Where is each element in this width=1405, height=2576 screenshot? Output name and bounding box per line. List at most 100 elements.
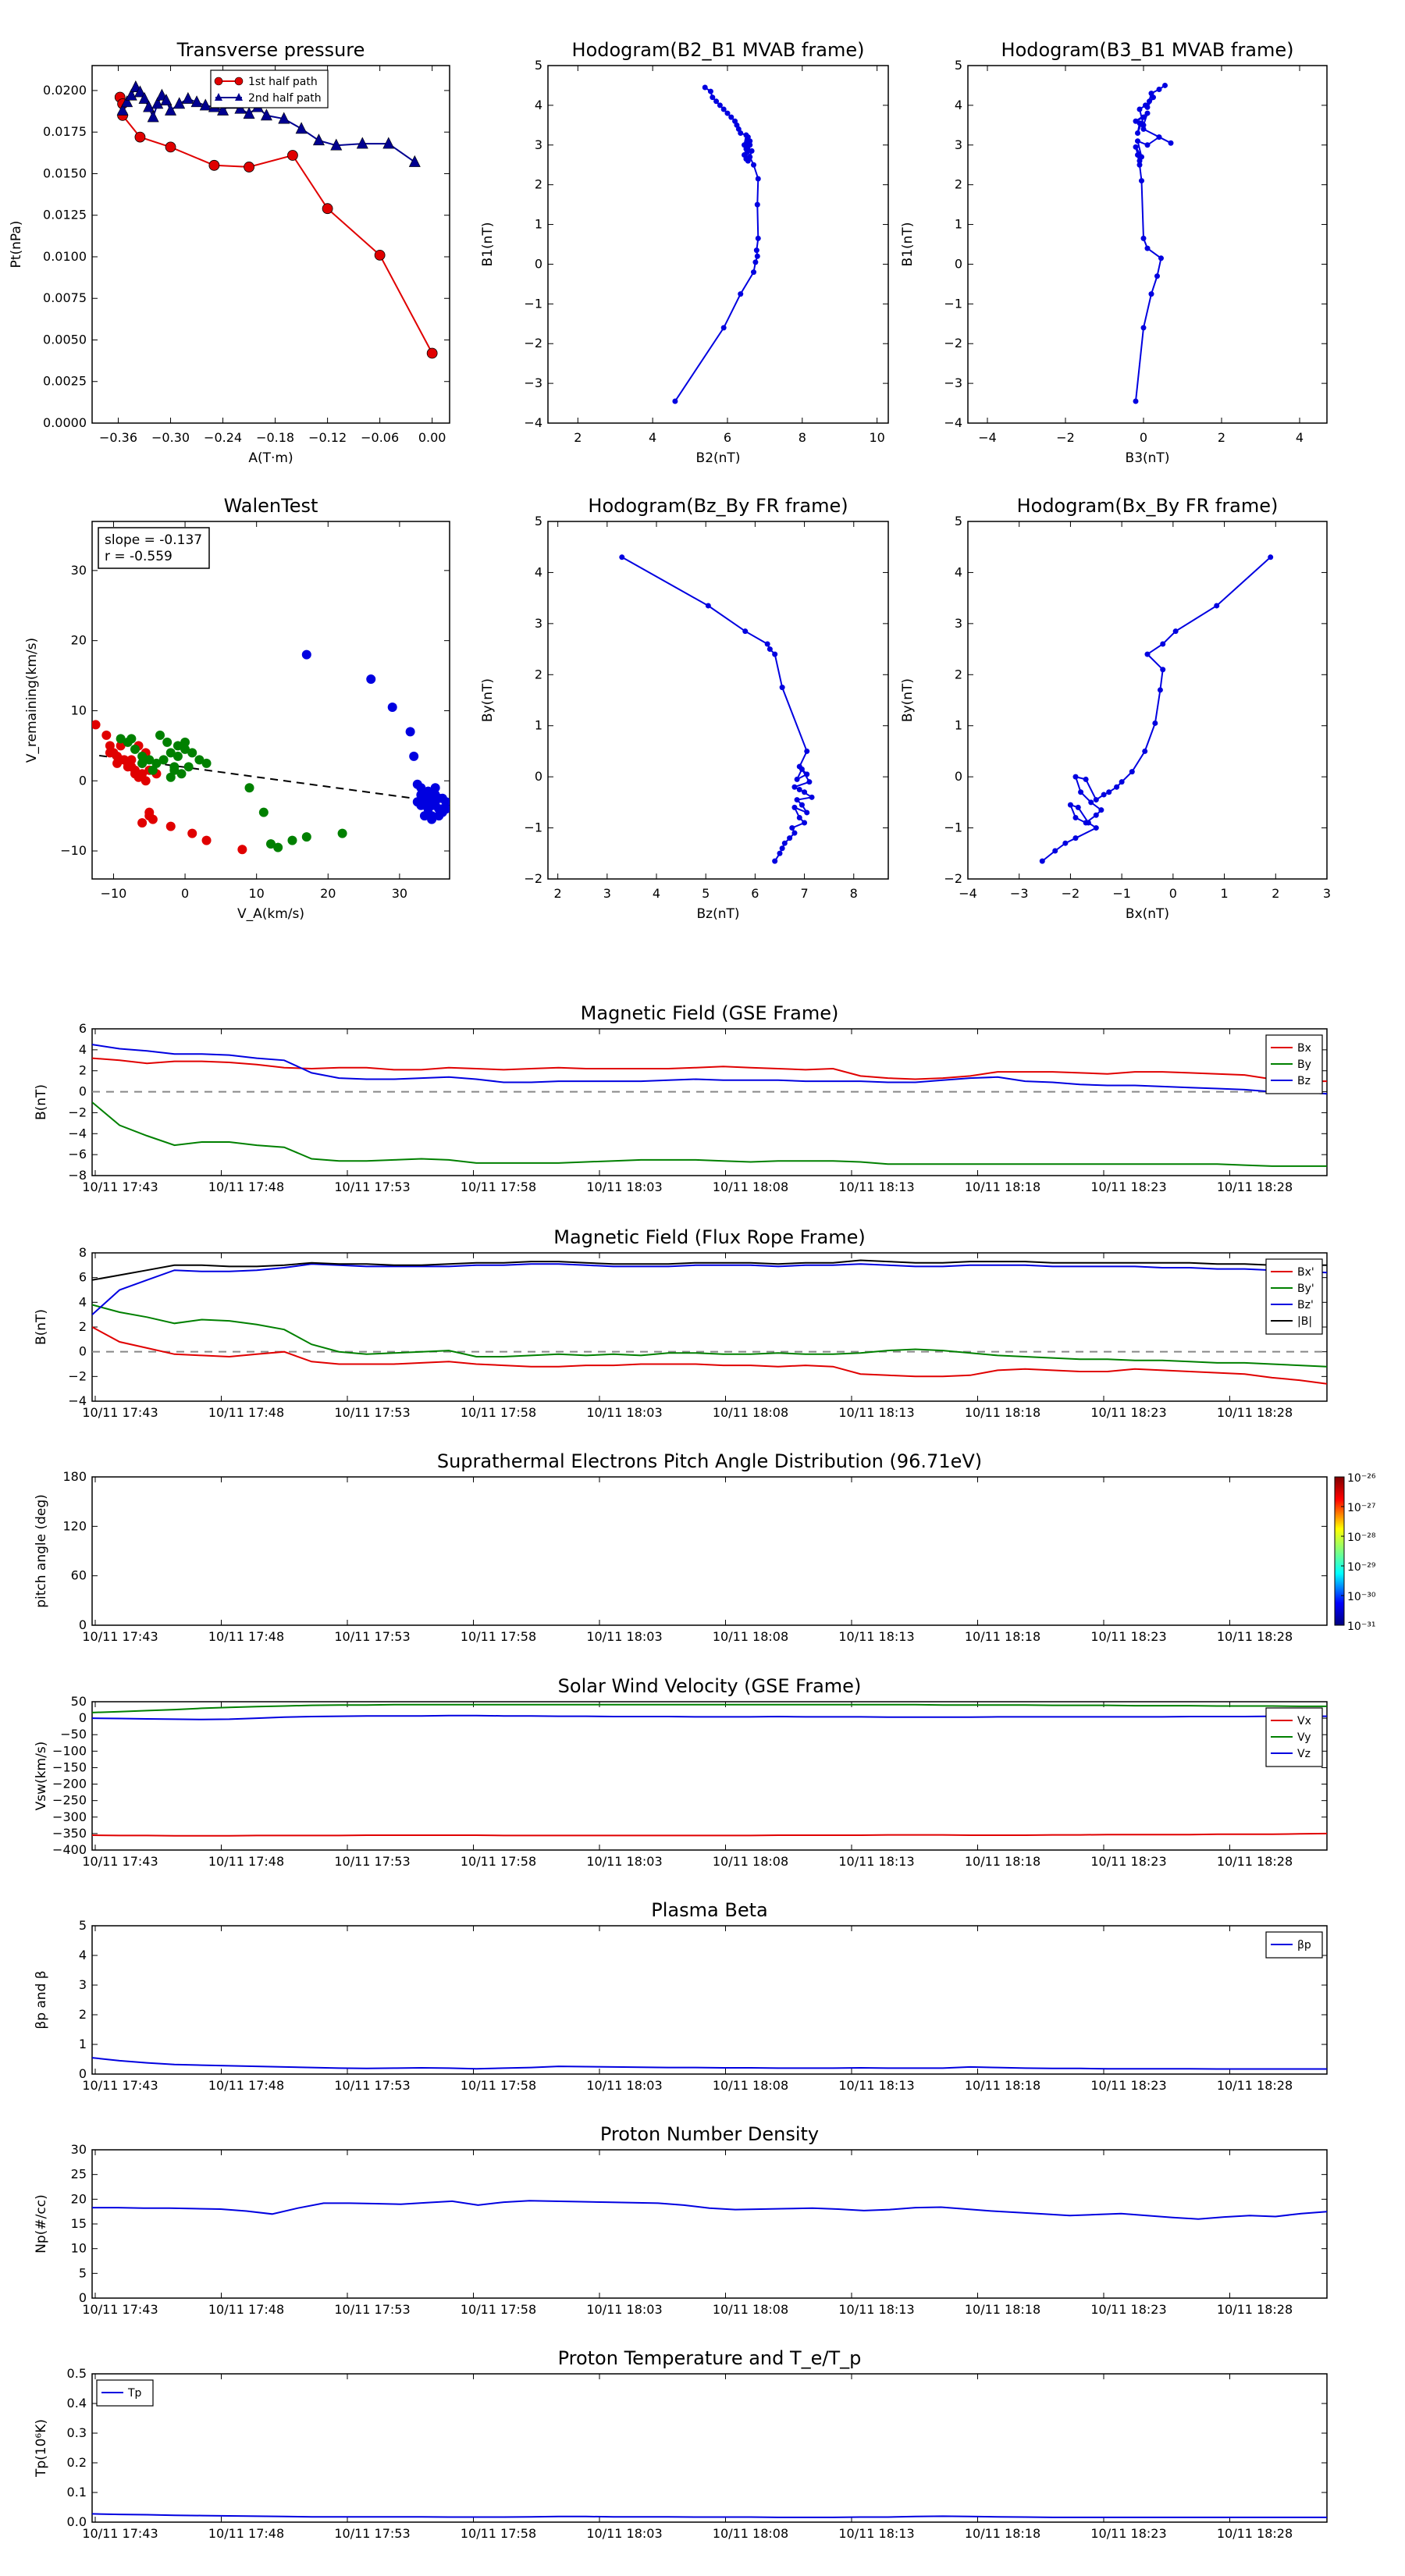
- data-point: [434, 811, 444, 821]
- y-tick-label: −1: [944, 820, 962, 835]
- data-point: [1139, 178, 1144, 184]
- y-tick-label: −3: [944, 375, 962, 390]
- data-point: [1214, 603, 1220, 609]
- data-point: [155, 730, 165, 740]
- time-tick-label: 10/11 18:08: [713, 2526, 788, 2541]
- y-tick-label: 6: [79, 1021, 87, 1036]
- data-point: [137, 818, 148, 828]
- y-tick-label: 5: [79, 2265, 87, 2280]
- chart-title: WalenTest: [224, 495, 318, 517]
- time-tick-label: 10/11 18:18: [965, 1179, 1040, 1194]
- y-tick-label: 0.0150: [43, 165, 87, 180]
- y-tick-label: 5: [535, 514, 542, 528]
- data-point: [720, 325, 727, 331]
- time-tick-label: 10/11 18:23: [1090, 2078, 1166, 2093]
- x-tick-label: 8: [799, 430, 806, 445]
- series-line: [119, 97, 433, 354]
- x-tick-label: −2: [1056, 430, 1075, 445]
- series-green: [116, 730, 347, 852]
- data-point: [1085, 820, 1091, 826]
- data-point: [1154, 273, 1160, 279]
- time-tick-label: 10/11 17:53: [334, 2302, 410, 2317]
- y-axis-label: B1(nT): [480, 222, 496, 267]
- x-tick-label: 4: [1296, 430, 1304, 445]
- series-line-bx-: [92, 1326, 1327, 1385]
- y-axis-label: pitch angle (deg): [34, 1494, 49, 1608]
- time-tick-label: 10/11 18:28: [1217, 1629, 1293, 1644]
- data-point: [749, 148, 755, 154]
- chart-beta: Plasma Beta 10/11 17:43 10/11 17:48 10/11 1…: [34, 1899, 1328, 2093]
- time-tick-label: 10/11 18:13: [838, 1405, 914, 1420]
- y-tick-label: 5: [955, 58, 962, 73]
- data-point: [441, 804, 450, 814]
- chart-title: Magnetic Field (Flux Rope Frame): [553, 1226, 865, 1248]
- legend-marker: [234, 76, 244, 86]
- data-point: [258, 807, 269, 817]
- data-point: [165, 103, 177, 116]
- x-tick-label: 0: [181, 886, 189, 901]
- y-tick-label: 3: [955, 137, 962, 152]
- data-point: [409, 751, 419, 761]
- data-point: [1078, 789, 1084, 795]
- data-point: [707, 88, 713, 94]
- data-point: [799, 766, 805, 772]
- legend: βp: [1265, 1931, 1323, 1959]
- x-axis-label: Bx(nT): [1126, 906, 1169, 922]
- time-tick-label: 10/11 18:03: [586, 2526, 662, 2541]
- time-tick-label: 10/11 17:48: [208, 1405, 284, 1420]
- data-point: [796, 787, 802, 792]
- data-point: [781, 840, 788, 846]
- data-point: [1268, 554, 1274, 560]
- y-tick-label: 50: [71, 1694, 87, 1709]
- chart-title: Hodogram(B3_B1 MVAB frame): [1001, 39, 1294, 61]
- legend-label: By: [1297, 1059, 1311, 1071]
- y-tick-label: 0.0100: [43, 249, 87, 264]
- x-tick-label: 0: [1140, 430, 1147, 445]
- data-point: [791, 804, 798, 810]
- time-tick-label: 10/11 18:08: [713, 2078, 788, 2093]
- data-point: [791, 830, 798, 836]
- x-tick-label: 30: [392, 886, 407, 901]
- data-point: [1088, 799, 1094, 806]
- data-point: [301, 649, 311, 660]
- data-point: [1144, 104, 1151, 110]
- y-tick-label: 0.4: [67, 2396, 87, 2411]
- legend: 1st half path 2nd half path: [210, 69, 329, 109]
- data-point: [182, 91, 194, 104]
- y-tick-label: 0.0025: [43, 374, 87, 389]
- x-tick-label: −10: [101, 886, 127, 901]
- y-tick-label: 0.0000: [43, 415, 87, 430]
- data-point: [244, 783, 254, 793]
- data-point: [1142, 748, 1148, 754]
- time-tick-label: 10/11 17:53: [334, 2078, 410, 2093]
- data-point: [1098, 807, 1104, 813]
- data-point: [1148, 91, 1154, 97]
- data-point: [724, 110, 731, 116]
- y-tick-label: 2: [79, 1319, 87, 1334]
- time-tick-label: 10/11 17:53: [334, 1854, 410, 1869]
- data-point: [1072, 835, 1079, 841]
- time-tick-label: 10/11 17:48: [208, 1179, 284, 1194]
- data-point: [1156, 134, 1162, 141]
- y-axis-label: B(nT): [34, 1309, 49, 1345]
- y-tick-label: 0.3: [67, 2425, 87, 2440]
- x-tick-label: 10: [249, 886, 265, 901]
- data-point: [806, 779, 813, 785]
- time-tick-label: 10/11 18:13: [838, 1179, 914, 1194]
- data-point: [374, 249, 386, 261]
- data-point: [717, 102, 723, 109]
- data-point: [779, 845, 785, 852]
- x-tick-label: −0.30: [151, 430, 190, 445]
- data-point: [130, 744, 140, 754]
- y-tick-label: 60: [71, 1568, 87, 1583]
- colorbar-label: 10⁻³⁰: [1347, 1591, 1376, 1603]
- data-point: [273, 842, 283, 852]
- chart-title: Hodogram(B2_B1 MVAB frame): [572, 39, 865, 61]
- data-point: [1160, 667, 1166, 673]
- y-tick-label: 0.0075: [43, 290, 87, 305]
- time-tick-label: 10/11 18:13: [838, 1629, 914, 1644]
- data-point: [237, 845, 247, 855]
- time-tick-label: 10/11 18:23: [1090, 1179, 1166, 1194]
- data-point: [1133, 398, 1139, 404]
- data-point: [1139, 154, 1144, 160]
